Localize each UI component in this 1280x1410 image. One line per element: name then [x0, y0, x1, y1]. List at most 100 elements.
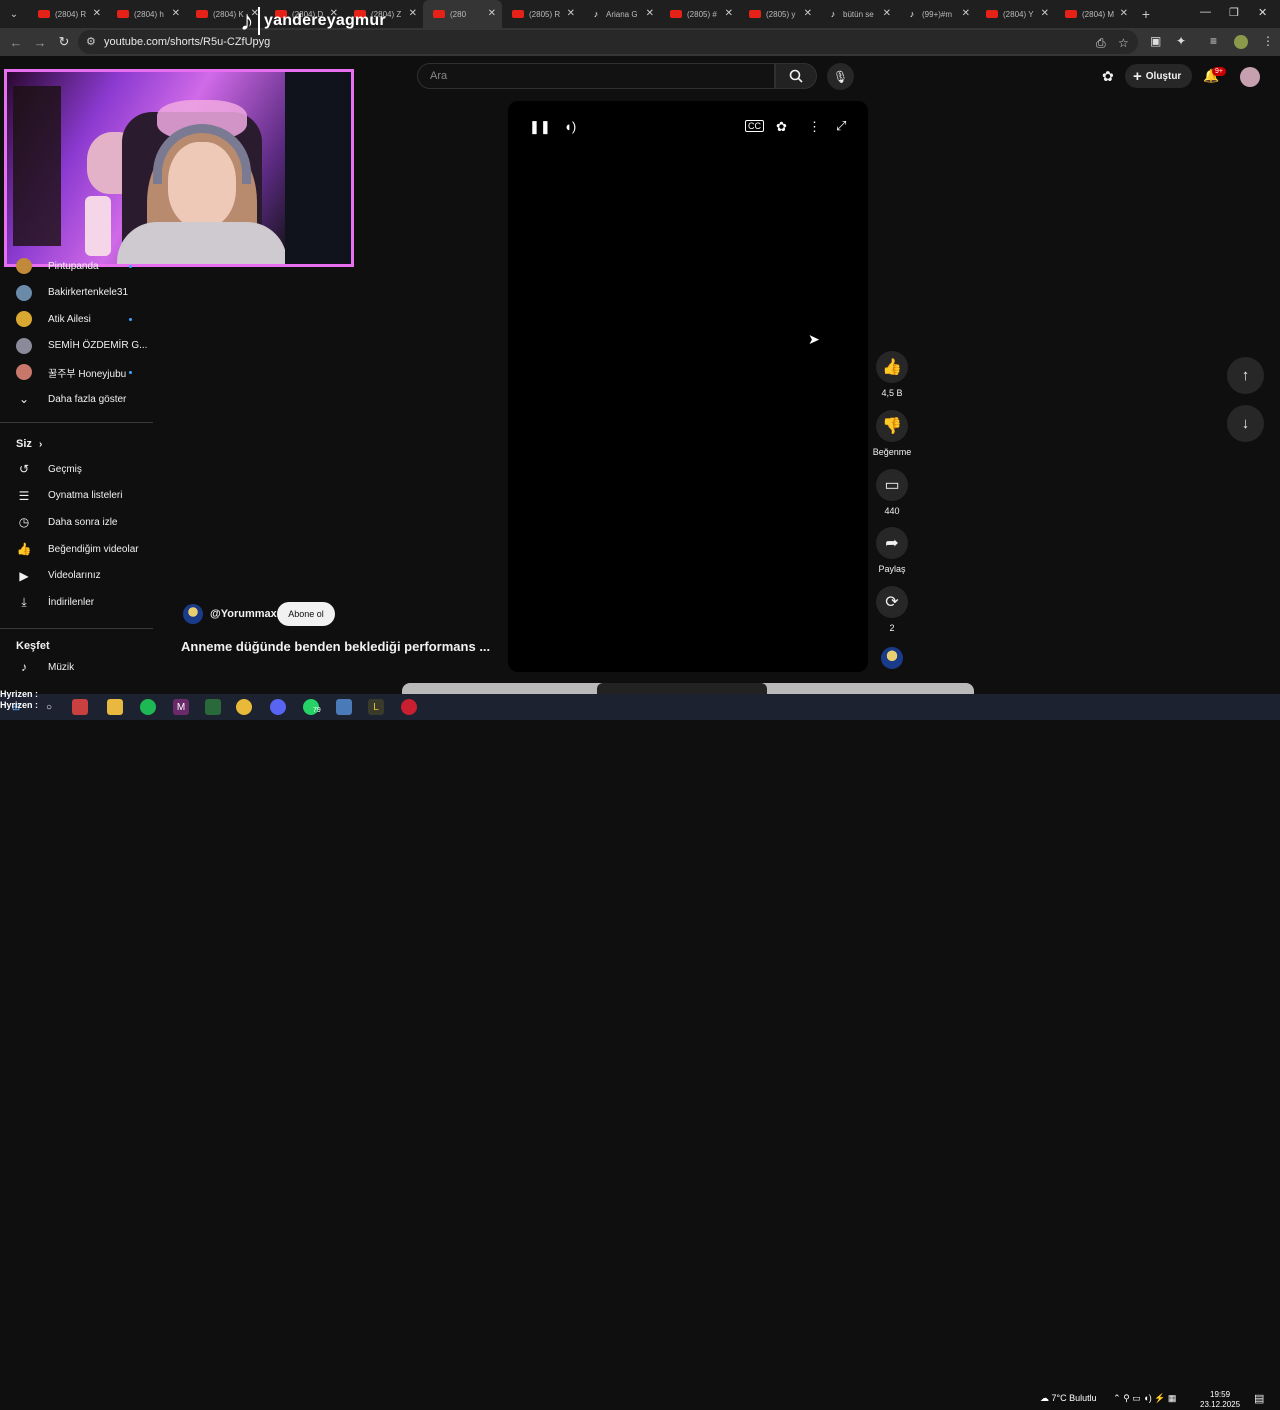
- discord-icon[interactable]: [270, 699, 286, 715]
- browser-tab[interactable]: (2804) R ✕: [28, 0, 107, 28]
- sidebar-item[interactable]: ↺ Geçmiş: [0, 456, 153, 482]
- clock[interactable]: 19:59 23.12.2025: [1200, 1390, 1240, 1410]
- sidebar-subscription[interactable]: 꿀주부 Honeyjubu: [0, 359, 153, 385]
- show-more-button[interactable]: ⌄ Daha fazla göster: [0, 386, 153, 412]
- share-button[interactable]: ➦: [876, 527, 908, 559]
- sidebar-item[interactable]: ☰ Oynatma listeleri: [0, 483, 153, 509]
- more-options-icon[interactable]: ⋮: [808, 119, 821, 135]
- app-blue-icon[interactable]: [336, 699, 352, 715]
- next-short-button[interactable]: ↓: [1227, 405, 1264, 442]
- volume-icon[interactable]: ◖): [564, 119, 576, 134]
- close-tab-icon[interactable]: ✕: [883, 8, 891, 19]
- you-heading[interactable]: Siz ›: [16, 438, 42, 450]
- notification-center-icon[interactable]: ▤: [1254, 1392, 1264, 1405]
- share-action[interactable]: ➦ Paylaş: [873, 527, 911, 574]
- taskbar-search-icon[interactable]: ○: [41, 699, 57, 715]
- close-tab-icon[interactable]: ✕: [725, 8, 733, 19]
- captions-icon[interactable]: CC: [745, 120, 764, 132]
- tray-icons[interactable]: ⌃ ⚲ ▭ ◖) ⚡ ▦: [1113, 1393, 1176, 1403]
- taskbar-app-icon[interactable]: [72, 699, 88, 715]
- browser-tab[interactable]: (2804) h ✕: [107, 0, 186, 28]
- sidebar-item[interactable]: ▶ Videolarınız: [0, 563, 153, 589]
- maximize-icon[interactable]: ❐: [1229, 6, 1239, 19]
- weather-text[interactable]: 7°C Bulutlu: [1052, 1393, 1097, 1403]
- app-green-icon[interactable]: [205, 699, 221, 715]
- browser-tab[interactable]: (2805) # ✕: [660, 0, 739, 28]
- close-tab-icon[interactable]: ✕: [646, 8, 654, 19]
- subscribe-button[interactable]: Abone ol: [277, 602, 335, 626]
- close-tab-icon[interactable]: ✕: [804, 8, 812, 19]
- close-window-icon[interactable]: ✕: [1258, 6, 1267, 19]
- dislike-button[interactable]: 👎: [876, 410, 908, 442]
- back-icon[interactable]: ←: [4, 35, 28, 50]
- search-button[interactable]: [775, 63, 817, 89]
- fullscreen-icon[interactable]: ⤢: [836, 118, 846, 134]
- comments-button[interactable]: ▭: [876, 469, 908, 501]
- like-button[interactable]: 👍: [876, 351, 908, 383]
- browser-tab[interactable]: (2805) R ✕: [502, 0, 581, 28]
- close-tab-icon[interactable]: ✕: [93, 8, 101, 19]
- install-app-icon[interactable]: ⎙: [1096, 36, 1106, 51]
- channel-name[interactable]: @Yorummax: [210, 608, 277, 620]
- sidebar-item[interactable]: ⤓ İndirilenler: [0, 590, 153, 616]
- like-action[interactable]: 👍 4,5 B: [873, 351, 911, 398]
- pause-icon[interactable]: ❚❚: [529, 119, 551, 135]
- minimize-icon[interactable]: —: [1200, 6, 1211, 18]
- dislike-action[interactable]: 👎 Beğenme: [870, 410, 914, 457]
- sidebar-subscription[interactable]: Atik Ailesi: [0, 306, 153, 332]
- app-m-icon[interactable]: M: [173, 699, 189, 715]
- channel-avatar[interactable]: [183, 604, 203, 624]
- sidebar-subscription[interactable]: Pintupanda: [0, 253, 153, 279]
- remix-button[interactable]: ⟳: [876, 586, 908, 618]
- account-avatar[interactable]: [1240, 67, 1260, 87]
- sidebar-subscription[interactable]: SEMİH ÖZDEMİR G...: [0, 333, 153, 359]
- sidebar-item[interactable]: ♪ Müzik: [0, 654, 153, 680]
- close-tab-icon[interactable]: ✕: [962, 8, 970, 19]
- site-info-icon[interactable]: ⚙: [86, 35, 96, 48]
- create-shorts-icon[interactable]: ✿: [1102, 68, 1114, 85]
- media-control-icon[interactable]: ≡: [1210, 34, 1217, 48]
- close-tab-icon[interactable]: ✕: [1120, 8, 1128, 19]
- shorts-video-player[interactable]: ❚❚ ◖) CC ✿ ⋮ ⤢ ➤: [508, 101, 868, 672]
- comments-action[interactable]: ▭ 440: [873, 469, 911, 516]
- close-tab-icon[interactable]: ✕: [1041, 8, 1049, 19]
- file-explorer-icon[interactable]: [107, 699, 123, 715]
- browser-tab[interactable]: ♪ (99+)#m ✕: [897, 0, 976, 28]
- extensions-icon[interactable]: ✦: [1176, 34, 1186, 48]
- sidebar-item[interactable]: ◷ Daha sonra izle: [0, 509, 153, 535]
- browser-menu-icon[interactable]: ⋮: [1262, 34, 1274, 48]
- forward-icon[interactable]: →: [28, 35, 52, 50]
- close-tab-icon[interactable]: ✕: [488, 8, 496, 19]
- league-icon[interactable]: L: [368, 699, 384, 715]
- browser-tab[interactable]: (2804) M ✕: [1055, 0, 1134, 28]
- close-tab-icon[interactable]: ✕: [567, 8, 575, 19]
- sidebar-item[interactable]: 👍 Beğendiğim videolar: [0, 536, 153, 562]
- profile-avatar[interactable]: [1234, 35, 1248, 49]
- close-tab-icon[interactable]: ✕: [172, 8, 180, 19]
- short-title[interactable]: Anneme düğünde benden beklediği performa…: [181, 639, 490, 654]
- sound-channel-avatar[interactable]: [881, 647, 903, 669]
- close-tab-icon[interactable]: ✕: [409, 8, 417, 19]
- previous-short-button[interactable]: ↑: [1227, 357, 1264, 394]
- subscription-label: Atik Ailesi: [48, 313, 91, 325]
- new-tab-button[interactable]: +: [1134, 6, 1158, 22]
- browser-tab[interactable]: ♪ Ariana G ✕: [581, 0, 660, 28]
- browser-tab[interactable]: ♪ bütün se ✕: [818, 0, 897, 28]
- app-red-icon[interactable]: [401, 699, 417, 715]
- browser-tab[interactable]: (2805) y ✕: [739, 0, 818, 28]
- spotify-icon[interactable]: [140, 699, 156, 715]
- url-field[interactable]: ⚙ youtube.com/shorts/R5u-CZfUpyg ⎙ ☆: [78, 30, 1138, 54]
- sidebar-subscription[interactable]: Bakirkertenkele31: [0, 280, 153, 306]
- browser-tab[interactable]: (280 ✕: [423, 0, 502, 28]
- chrome-icon[interactable]: [236, 699, 252, 715]
- voice-search-button[interactable]: 🎙: [827, 63, 854, 90]
- bookmark-star-icon[interactable]: ☆: [1118, 36, 1129, 50]
- create-button[interactable]: + Oluştur: [1125, 64, 1192, 88]
- tab-search-icon[interactable]: ⌄: [0, 0, 28, 28]
- remix-action[interactable]: ⟳ 2: [873, 586, 911, 633]
- browser-tab[interactable]: (2804) Y ✕: [976, 0, 1055, 28]
- split-view-icon[interactable]: ▣: [1150, 34, 1161, 48]
- reload-icon[interactable]: ↻: [52, 34, 76, 50]
- remix-icon[interactable]: ✿: [776, 119, 787, 135]
- search-input[interactable]: Ara: [417, 63, 775, 89]
